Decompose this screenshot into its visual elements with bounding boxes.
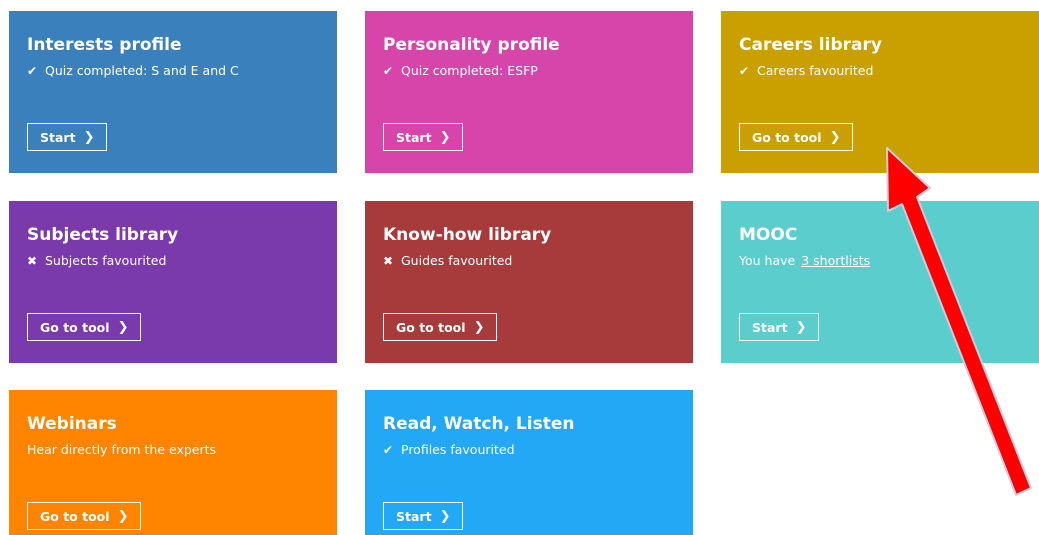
cross-icon: ✖	[383, 254, 394, 268]
status-text: Hear directly from the experts	[27, 442, 217, 457]
chevron-right-icon: ❯	[439, 129, 451, 145]
status-text: Subjects favourited	[45, 253, 167, 268]
button-label: Start	[40, 129, 76, 145]
tile-status: ✖ Subjects favourited	[27, 253, 319, 269]
tile-title: Subjects library	[27, 225, 179, 245]
status-text: Careers favourited	[757, 63, 874, 78]
tile-status: ✖ Guides favourited	[383, 253, 675, 269]
shortlists-link[interactable]: 3 shortlists	[801, 253, 870, 269]
go-to-tool-button[interactable]: Go to tool ❯	[27, 313, 142, 341]
cross-icon: ✖	[27, 254, 38, 268]
tile-interests-profile: Interests profile ✔ Quiz completed: S an…	[9, 11, 337, 173]
tile-title: Read, Watch, Listen	[383, 414, 575, 434]
status-text: You have	[739, 253, 796, 268]
start-button[interactable]: Start ❯	[27, 123, 108, 151]
button-label: Go to tool	[396, 319, 466, 335]
tile-title: Careers library	[739, 35, 882, 55]
check-icon: ✔	[383, 64, 394, 78]
status-text: Profiles favourited	[401, 442, 515, 457]
tile-title: Know-how library	[383, 225, 552, 245]
start-button[interactable]: Start ❯	[739, 313, 820, 341]
tile-know-how-library: Know-how library ✖ Guides favourited Go …	[365, 201, 693, 363]
go-to-tool-button[interactable]: Go to tool ❯	[27, 502, 142, 530]
tile-status: ✔ Careers favourited	[739, 63, 1021, 79]
tile-status: You have 3 shortlists	[739, 253, 1021, 269]
tile-subjects-library: Subjects library ✖ Subjects favourited G…	[9, 201, 337, 363]
tile-status: ✔ Quiz completed: S and E and C	[27, 63, 319, 79]
tile-read-watch-listen: Read, Watch, Listen ✔ Profiles favourite…	[365, 390, 693, 535]
tile-status: ✔ Profiles favourited	[383, 442, 675, 458]
tile-title: MOOC	[739, 225, 798, 245]
tile-title: Interests profile	[27, 35, 182, 55]
chevron-right-icon: ❯	[117, 508, 129, 524]
status-text: Quiz completed: S and E and C	[45, 63, 239, 78]
tile-webinars: Webinars Hear directly from the experts …	[9, 390, 337, 535]
chevron-right-icon: ❯	[439, 508, 451, 524]
chevron-right-icon: ❯	[83, 129, 95, 145]
tile-careers-library: Careers library ✔ Careers favourited Go …	[721, 11, 1039, 173]
check-icon: ✔	[27, 64, 38, 78]
tile-title: Webinars	[27, 414, 117, 434]
chevron-right-icon: ❯	[795, 319, 807, 335]
chevron-right-icon: ❯	[473, 319, 485, 335]
go-to-tool-button[interactable]: Go to tool ❯	[383, 313, 498, 341]
check-icon: ✔	[383, 443, 394, 457]
go-to-tool-button[interactable]: Go to tool ❯	[739, 123, 854, 151]
status-text: Quiz completed: ESFP	[401, 63, 538, 78]
button-label: Go to tool	[40, 508, 110, 524]
tile-personality-profile: Personality profile ✔ Quiz completed: ES…	[365, 11, 693, 173]
button-label: Go to tool	[752, 129, 822, 145]
button-label: Start	[396, 508, 432, 524]
button-label: Start	[752, 319, 788, 335]
status-text: Guides favourited	[401, 253, 513, 268]
start-button[interactable]: Start ❯	[383, 502, 464, 530]
tile-status: Hear directly from the experts	[27, 442, 319, 458]
chevron-right-icon: ❯	[829, 129, 841, 145]
button-label: Start	[396, 129, 432, 145]
button-label: Go to tool	[40, 319, 110, 335]
tile-title: Personality profile	[383, 35, 560, 55]
tile-status: ✔ Quiz completed: ESFP	[383, 63, 675, 79]
check-icon: ✔	[739, 64, 750, 78]
chevron-right-icon: ❯	[117, 319, 129, 335]
tile-mooc: MOOC You have 3 shortlists Start ❯	[721, 201, 1039, 363]
start-button[interactable]: Start ❯	[383, 123, 464, 151]
